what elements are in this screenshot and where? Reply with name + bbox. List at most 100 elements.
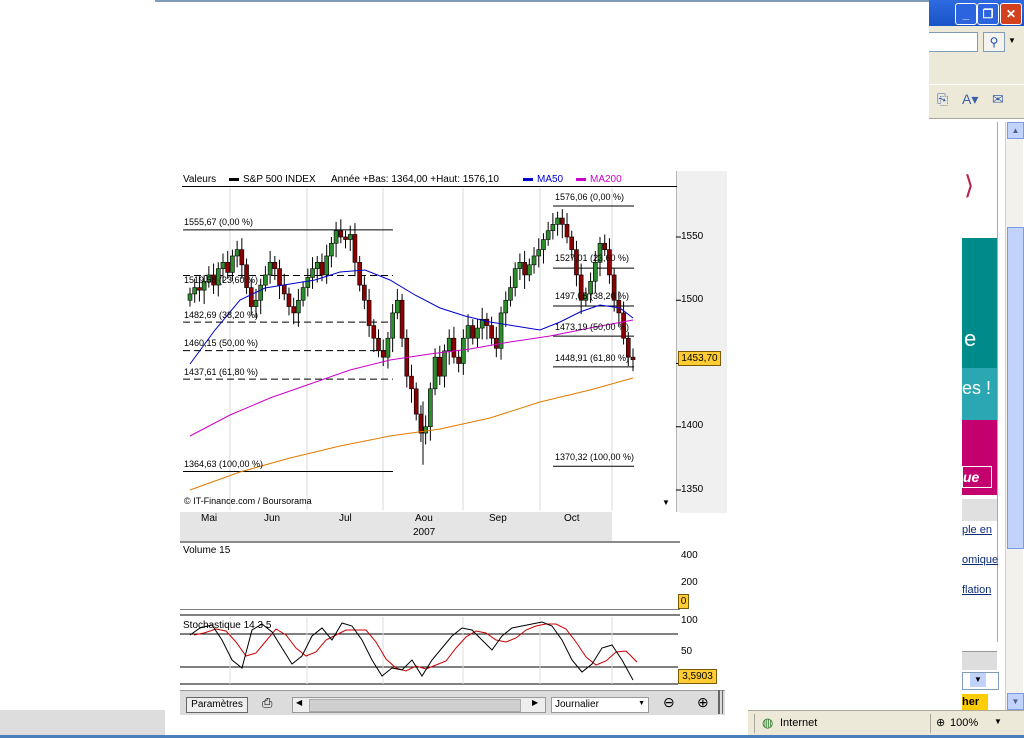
candle-body <box>456 356 461 364</box>
candle-body <box>560 217 565 225</box>
y-tick-1350: 1350 <box>681 484 704 495</box>
candle-body <box>555 217 560 225</box>
y-tick-1400: 1400 <box>681 420 704 431</box>
candle-body <box>357 261 362 286</box>
zoom-in-icon[interactable]: ⊕ <box>697 694 709 711</box>
candle-body <box>630 356 636 361</box>
x-tick-mai: Mai <box>201 513 218 524</box>
candle-body <box>428 388 433 428</box>
chart-menu-icon[interactable]: ▼ <box>662 498 670 507</box>
volume-tick-200: 200 <box>681 577 698 588</box>
candle-body <box>564 224 570 238</box>
chevron-down-icon[interactable]: ▼ <box>638 700 645 707</box>
scroll-thumb[interactable] <box>309 699 521 712</box>
candle-body <box>267 261 273 276</box>
candle-body <box>197 287 202 291</box>
fib-left-0: 1555,67 (0,00 %) <box>184 217 254 227</box>
parametres-button[interactable]: Paramètres <box>186 697 248 713</box>
candle-body <box>366 299 372 326</box>
candle-body <box>305 277 311 288</box>
price-chart <box>180 188 681 685</box>
candle-body <box>446 337 452 352</box>
candle-body <box>352 234 358 263</box>
period-value: Journalier <box>555 699 599 710</box>
chart-credit: © IT-Finance.com / Boursorama <box>184 496 312 506</box>
candle-body <box>230 255 235 273</box>
candle-body <box>324 255 329 276</box>
candle-body <box>418 413 424 434</box>
volume-value-badge: 0 <box>678 594 689 609</box>
candle-body <box>239 249 245 266</box>
candle-body <box>395 299 400 314</box>
candle-body <box>531 255 537 266</box>
horizontal-scrollbar[interactable]: ◀ ▶ <box>292 697 546 713</box>
candle-body <box>616 299 622 314</box>
stoch-value-badge: 3,5903 <box>678 669 717 684</box>
candle-body <box>291 306 296 314</box>
fib-right-5: 1370,32 (100,00 %) <box>555 452 635 462</box>
candle-body <box>234 249 240 257</box>
volume-panel <box>180 543 680 609</box>
printer-icon[interactable]: ⎙ <box>262 695 272 711</box>
candle-body <box>409 375 414 390</box>
fib-right-3: 1473,19 (50,00 %) <box>555 322 630 332</box>
candle-body <box>475 327 480 339</box>
x-axis-year: 2007 <box>413 527 436 538</box>
candle-body <box>338 230 344 238</box>
candle-body <box>333 230 339 244</box>
y-tick-1500: 1500 <box>681 294 704 305</box>
stoch-d-line <box>193 623 638 672</box>
x-tick-jul: Jul <box>339 513 352 524</box>
fib-right-2: 1497,05 (38,20 %) <box>555 291 630 301</box>
toolbar-divider <box>718 690 720 714</box>
candle-body <box>437 356 443 377</box>
candle-body <box>399 299 405 339</box>
candle-body <box>310 268 315 278</box>
volume-tick-400: 400 <box>681 550 698 561</box>
stochastic-label: Stochastique 14 3 5 <box>183 620 272 631</box>
candle-body <box>362 284 367 301</box>
stoch-tick-100: 100 <box>681 615 698 626</box>
candle-body <box>380 350 386 358</box>
candle-body <box>413 388 419 415</box>
fib-left-1: 1519,58 (23,60 %) <box>184 275 259 285</box>
candle-body <box>258 284 263 301</box>
fib-left-5: 1364,63 (100,00 %) <box>184 459 264 469</box>
candle-body <box>390 312 395 339</box>
candle-body <box>508 287 513 301</box>
period-select[interactable]: Journalier ▼ <box>551 697 649 713</box>
candle-body <box>253 299 259 307</box>
x-tick-jun: Jun <box>264 513 281 524</box>
candle-body <box>536 249 542 257</box>
candle-body <box>527 264 532 276</box>
y-tick-1550: 1550 <box>681 231 704 242</box>
candle-body <box>517 261 523 269</box>
candle-body <box>296 299 301 314</box>
zoom-out-icon[interactable]: ⊖ <box>663 694 675 711</box>
last-price-badge: 1453,70 <box>678 351 721 366</box>
stoch-tick-50: 50 <box>681 646 693 657</box>
candle-body <box>329 243 334 257</box>
scroll-right-icon[interactable]: ▶ <box>532 698 538 707</box>
candle-body <box>277 268 282 286</box>
candle-body <box>602 243 608 250</box>
candle-body <box>371 325 377 339</box>
scroll-left-icon[interactable]: ◀ <box>296 698 302 707</box>
candle-body <box>385 337 391 358</box>
x-tick-aou: Aou <box>415 513 433 524</box>
candle-body <box>461 337 466 364</box>
candle-body <box>376 337 381 352</box>
candle-body <box>343 236 348 240</box>
candle-body <box>220 261 226 269</box>
candle-body <box>470 325 476 339</box>
candle-body <box>432 356 438 390</box>
candle-body <box>545 230 551 240</box>
candle-body <box>272 261 278 269</box>
candle-body <box>451 337 457 358</box>
candle-body <box>489 325 494 339</box>
candle-body <box>592 261 598 282</box>
candle-body <box>248 287 254 307</box>
candle-body <box>541 239 546 250</box>
candle-body <box>465 325 471 339</box>
candle-body <box>442 350 447 377</box>
